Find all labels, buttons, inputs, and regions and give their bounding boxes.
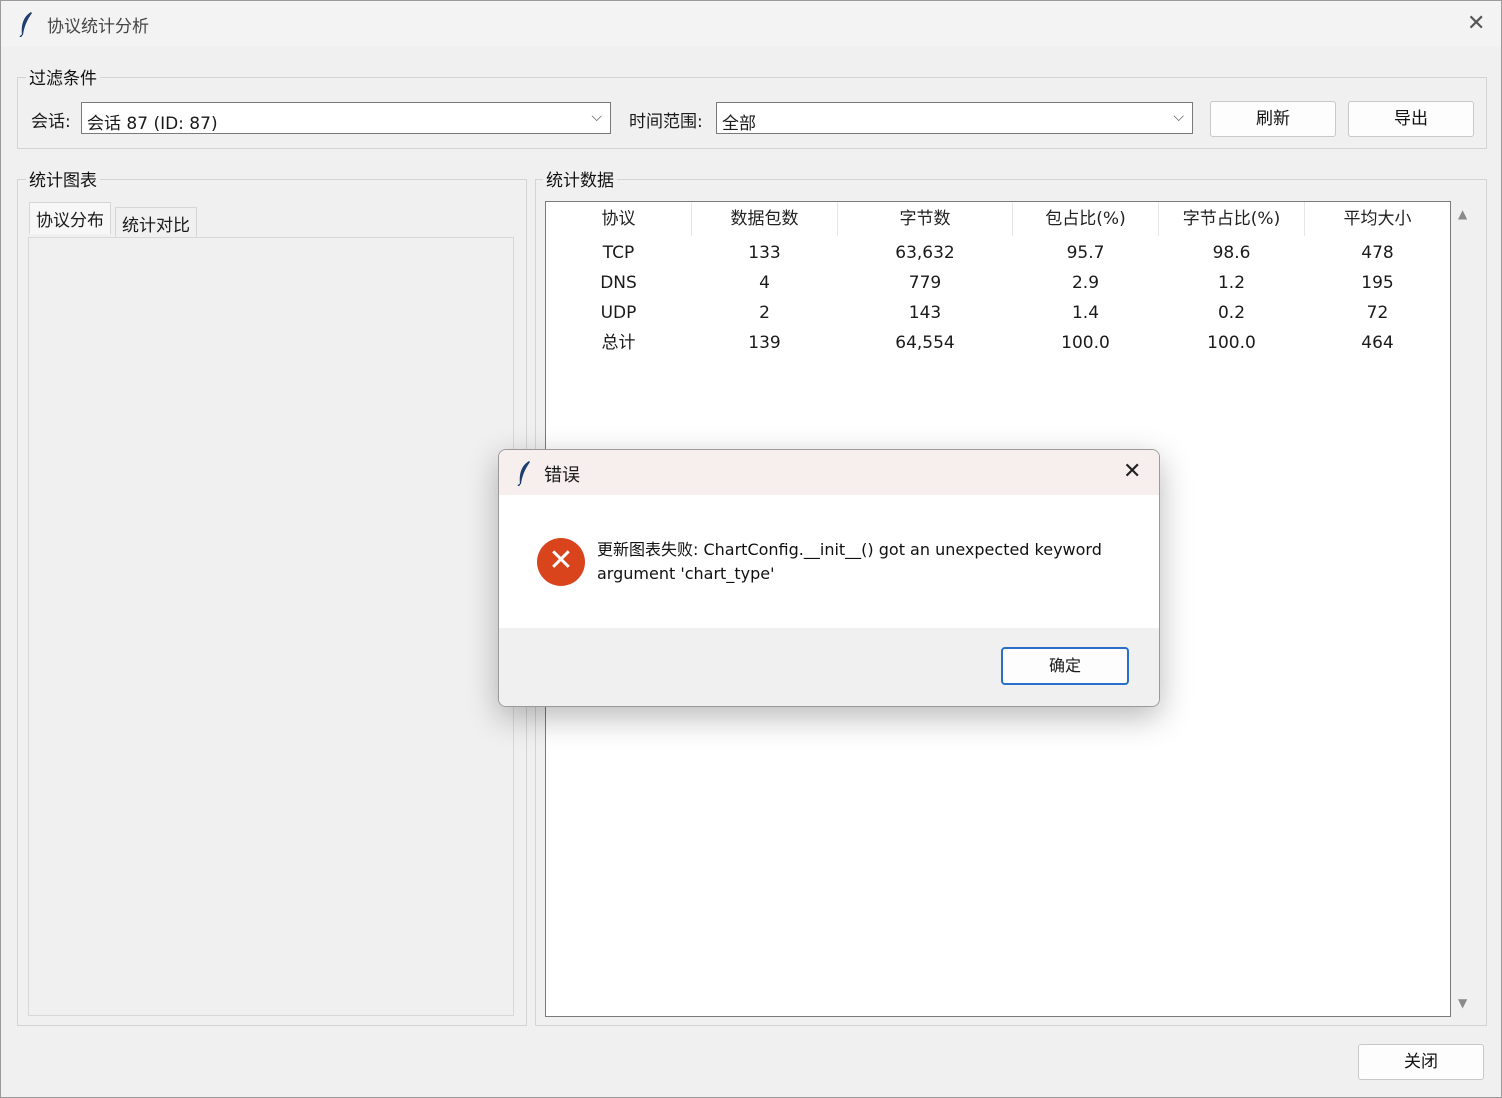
chevron-down-icon: ⌵ (1173, 109, 1184, 125)
time-range-combobox[interactable]: 全部 ⌵ (716, 102, 1193, 134)
table-cell: 143 (908, 303, 942, 323)
chart-group-label: 统计图表 (26, 166, 100, 191)
column-header-byte-pct[interactable]: 字节占比(%) (1159, 202, 1305, 236)
refresh-button[interactable]: 刷新 (1210, 101, 1336, 137)
dialog-title-bar: 错误 ✕ (499, 450, 1159, 495)
table-cell: 0.2 (1217, 303, 1246, 323)
close-icon[interactable]: ✕ (1467, 13, 1485, 35)
table-cell: 2 (759, 303, 770, 323)
title-bar: 协议统计分析 ✕ (1, 1, 1501, 47)
table-cell: 4 (759, 273, 770, 293)
column-header-packets[interactable]: 数据包数 (692, 202, 838, 236)
column-header-packet-pct[interactable]: 包占比(%) (1013, 202, 1159, 236)
column-header-bytes[interactable]: 字节数 (838, 202, 1013, 236)
feather-icon (19, 12, 32, 37)
table-cell: 1.2 (1217, 273, 1246, 293)
table-cell: TCP (602, 243, 635, 263)
time-range-label: 时间范围: (629, 112, 703, 132)
ok-button[interactable]: 确定 (1001, 647, 1129, 685)
table-cell: 98.6 (1212, 243, 1251, 263)
table-cell: 总计 (601, 333, 636, 353)
table-cell: 1.4 (1071, 303, 1100, 323)
table-cell: UDP (600, 303, 637, 323)
close-button[interactable]: 关闭 (1358, 1044, 1484, 1080)
table-cell: 100.0 (1061, 333, 1110, 353)
export-button[interactable]: 导出 (1348, 101, 1474, 137)
error-message: 更新图表失败: ChartConfig.__init__() got an un… (597, 540, 1102, 583)
column-header-avg-size[interactable]: 平均大小 (1305, 202, 1450, 236)
time-range-value: 全部 (722, 114, 756, 134)
window-title: 协议统计分析 (47, 17, 149, 37)
chart-area (28, 237, 514, 1016)
session-label: 会话: (31, 112, 71, 132)
filter-group-label: 过滤条件 (26, 64, 100, 89)
stats-group-label: 统计数据 (543, 166, 617, 191)
table-cell: 64,554 (895, 333, 955, 353)
scroll-up-icon[interactable]: ▲ (1458, 207, 1467, 221)
table-cell: 139 (748, 333, 781, 353)
error-dialog: 错误 ✕ ✕ 更新图表失败: ChartConfig.__init__() go… (498, 449, 1160, 707)
table-cell: 72 (1366, 303, 1389, 323)
feather-icon (517, 461, 530, 486)
scroll-down-icon[interactable]: ▼ (1458, 996, 1467, 1010)
table-cell: 478 (1361, 243, 1394, 263)
close-icon[interactable]: ✕ (1123, 461, 1141, 483)
table-cell: 2.9 (1071, 273, 1100, 293)
session-combobox[interactable]: 会话 87 (ID: 87) ⌵ (81, 102, 611, 134)
table-cell: 95.7 (1066, 243, 1105, 263)
session-value: 会话 87 (ID: 87) (87, 114, 218, 134)
tab-stats-comparison[interactable]: 统计对比 (115, 207, 197, 239)
chevron-down-icon: ⌵ (591, 109, 602, 125)
table-cell: 63,632 (895, 243, 955, 263)
table-cell: 464 (1361, 333, 1394, 353)
dialog-title: 错误 (544, 465, 580, 486)
table-cell: 195 (1361, 273, 1394, 293)
error-icon: ✕ (537, 538, 585, 586)
vertical-scrollbar[interactable]: ▲ ▼ (1453, 201, 1475, 1015)
column-header-protocol[interactable]: 协议 (546, 202, 692, 236)
tab-protocol-distribution[interactable]: 协议分布 (29, 202, 111, 234)
table-cell: 133 (748, 243, 781, 263)
table-cell: DNS (600, 273, 637, 293)
table-cell: 100.0 (1207, 333, 1256, 353)
table-cell: 779 (908, 273, 942, 293)
